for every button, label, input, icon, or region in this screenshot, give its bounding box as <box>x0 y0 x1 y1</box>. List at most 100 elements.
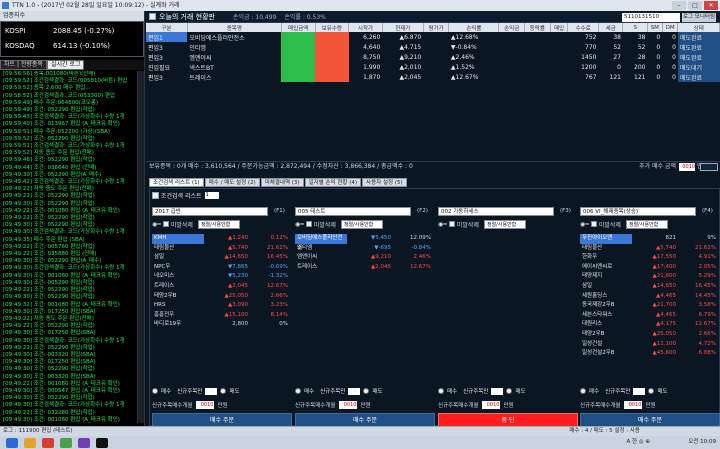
stock-row[interactable]: 삼일 ▲14,650 16.45% <box>580 282 720 292</box>
stock-row[interactable]: 엠티엠 ▼-695 -0.84% <box>295 244 435 254</box>
stock-row[interactable]: 태양2우B ▲25,050 2.66% <box>580 330 720 340</box>
table-header-cell[interactable]: 종목명 <box>187 23 282 32</box>
stock-row[interactable]: 태양2우B ▲25,050 2.66% <box>152 292 292 302</box>
buy-order-button[interactable]: 매수 주문 <box>152 413 292 427</box>
table-row[interactable]: 진입필요 넥스트BT 1,990 ▲2,010 ▲1.52% 1200 0 200 0 0 매도대기 <box>146 62 720 72</box>
sort-select[interactable]: 정렬/사용안함 <box>483 219 526 229</box>
table-header-cell[interactable]: S <box>622 23 648 32</box>
condition-count-input[interactable]: 1 <box>204 192 219 199</box>
table-header-cell[interactable]: 수수료 <box>567 23 599 32</box>
tab-condition-4[interactable]: 일자별 손익 현황 (4) <box>304 178 362 187</box>
stock-row[interactable]: 삼일 ▲14,650 16.45% <box>152 253 292 263</box>
tab-condition-3[interactable]: 미체결내역 (3) <box>260 178 304 187</box>
browser-icon[interactable] <box>42 438 54 448</box>
table-row[interactable]: 편입3 트레이스 1,870 ▲2,045 ▲12.67% 767 121 121 0 0 매도완료 <box>146 72 720 82</box>
tab-condition-2[interactable]: 매수 / 매도 설정 (2) <box>204 178 260 187</box>
toggle-icon[interactable]: ◉━ <box>438 221 447 228</box>
stock-row[interactable]: NPC우 ▼7,865 -0.69% <box>152 263 292 273</box>
count-input[interactable]: 3 <box>491 387 504 395</box>
amount-input[interactable]: 0010 <box>624 400 643 409</box>
toggle-icon[interactable]: ◉━ <box>295 221 304 228</box>
table-header-cell[interactable]: 등락률 <box>524 23 551 32</box>
stock-row[interactable]: 트레이스 ▲2,045 12.67% <box>152 282 292 292</box>
lock-checkbox[interactable] <box>448 221 455 227</box>
lock-checkbox[interactable] <box>590 221 597 227</box>
terminal-icon[interactable] <box>96 438 108 448</box>
stock-row[interactable]: 엠앤이씨 ▲9,210 2.46% <box>295 253 435 263</box>
table-row[interactable]: 편입3 엠앤이씨 8,750 ▲9,210 ▲2.46% 1450 27 28 0 0 매도완료 <box>146 52 720 62</box>
table-header-cell[interactable]: 보유수량 <box>315 23 350 32</box>
table-header-cell[interactable]: 구분 <box>146 23 188 32</box>
stock-row[interactable]: 세븐스타워스 ▲4,465 6.79% <box>580 311 720 321</box>
log-monitor-button[interactable]: 로그 모니터링 <box>682 13 716 22</box>
sort-select[interactable]: 정렬/사용안함 <box>197 219 240 229</box>
stock-row[interactable]: KMH ▲1,240 0.12% <box>152 234 292 244</box>
condition-select[interactable]: 2017 급반 <box>152 207 268 216</box>
buy-radio[interactable] <box>438 388 444 394</box>
log-scrollbar[interactable] <box>137 71 144 423</box>
condition-checkbox[interactable] <box>152 192 159 199</box>
stock-row[interactable]: 트레이스 ▲2,045 12.67% <box>295 263 435 273</box>
tab-condition-1[interactable]: 조건검색 리스트 (1) <box>149 178 204 187</box>
stock-row[interactable]: 우진아이오앤 821 9% <box>580 234 720 244</box>
buy-order-button[interactable]: 매수 주문 <box>580 413 720 427</box>
count-input[interactable]: 3 <box>205 387 218 395</box>
visual-studio-icon[interactable] <box>78 438 90 448</box>
lock-checkbox[interactable] <box>305 221 312 227</box>
count-input[interactable]: 3 <box>348 387 361 395</box>
table-header-cell[interactable]: SM <box>647 23 663 32</box>
stock-row[interactable]: 한화우 ▲17,550 4.91% <box>580 253 720 263</box>
table-header-cell[interactable]: 평가가 <box>423 23 450 32</box>
table-header-cell[interactable]: 상태 <box>677 23 720 32</box>
extra-buy-button[interactable] <box>700 163 718 171</box>
buy-radio[interactable] <box>580 388 586 394</box>
amount-input[interactable]: 0010 <box>339 400 358 409</box>
stock-row[interactable]: 오비딤에스플러안전소 ▼5,450 12.09% <box>295 234 435 251</box>
sort-select[interactable]: 정렬/사용안함 <box>340 219 383 229</box>
sell-radio[interactable] <box>363 388 370 394</box>
stock-row[interactable]: 일성건설2우B ▲45,600 6.88% <box>580 349 720 359</box>
lock-checkbox[interactable] <box>162 221 169 227</box>
condition-select[interactable]: 005 테스트 <box>295 207 411 216</box>
maximize-button[interactable]: □ <box>688 1 702 10</box>
sell-radio[interactable] <box>220 388 227 394</box>
amount-input[interactable]: 0010 <box>196 400 215 409</box>
start-icon[interactable] <box>6 438 18 448</box>
stock-row[interactable]: HRS ▲3,090 3.23% <box>152 301 292 311</box>
tab-chart[interactable]: 차트 | 잔량종목 <box>0 60 47 70</box>
stock-row[interactable]: 흥흥전우 ▲15,100 8.14% <box>152 311 292 321</box>
sell-radio[interactable] <box>648 388 655 394</box>
stock-row[interactable]: 바디로19우 2,800 0% <box>152 320 292 330</box>
condition-select[interactable]: 002 가동하세스 <box>438 207 554 216</box>
extra-buy-input[interactable]: 0010 <box>679 163 695 171</box>
stock-row[interactable]: 태림물산 ▲5,740 21.61% <box>152 244 292 254</box>
tab-realtime-log[interactable]: 실시간 로그 <box>46 60 85 70</box>
toggle-icon[interactable]: ◉━ <box>152 221 161 228</box>
table-header-cell[interactable]: 매입 <box>550 23 569 32</box>
table-row[interactable]: 편입1 오비딤에스플러안전소 6,260 ▲6.870 ▲12.68% 752 38 38 0 0… <box>146 32 720 42</box>
count-input[interactable]: 3 <box>633 387 646 395</box>
table-header-cell[interactable]: 손익률 <box>448 23 500 32</box>
account-select[interactable]: 5110131510 <box>622 13 680 22</box>
toggle-icon[interactable]: ◉━ <box>580 221 589 228</box>
stock-row[interactable]: 동국제강2우B ▲21,700 3.58% <box>580 301 720 311</box>
sell-radio[interactable] <box>506 388 513 394</box>
stock-row[interactable]: 네오미스 ▼5,230 -1.32% <box>152 272 292 282</box>
amount-input[interactable]: 0010 <box>482 400 501 409</box>
stock-row[interactable]: 일성건설 ▲11,100 4.72% <box>580 340 720 350</box>
table-header-cell[interactable]: DM <box>662 23 679 32</box>
table-header-cell[interactable]: 세금 <box>598 23 624 32</box>
stock-row[interactable]: 태양제지 ▲21,600 5.29% <box>580 272 720 282</box>
minimize-button[interactable]: – <box>672 1 686 10</box>
table-header-cell[interactable]: 매입금액 <box>281 23 316 32</box>
explorer-icon[interactable] <box>24 438 36 448</box>
table-header-cell[interactable]: 시작가 <box>348 23 383 32</box>
stock-row[interactable]: 대원리스 ▲4,175 12.67% <box>580 320 720 330</box>
table-row[interactable]: 편입3 인티엠 4,640 ▲4.715 ▼-0.84% 770 52 52 0 0 매도완료 <box>146 42 720 52</box>
close-button[interactable]: ✕ <box>704 1 718 10</box>
buy-radio[interactable] <box>295 388 301 394</box>
stock-row[interactable]: 에이씨엔씨로 ▲17,400 2.05% <box>580 263 720 273</box>
stock-row[interactable]: 태림물산 ▲5,740 21.61% <box>580 244 720 254</box>
system-tray[interactable]: A 한 ◎ ⊕ <box>627 437 650 445</box>
buy-radio[interactable] <box>152 388 158 394</box>
